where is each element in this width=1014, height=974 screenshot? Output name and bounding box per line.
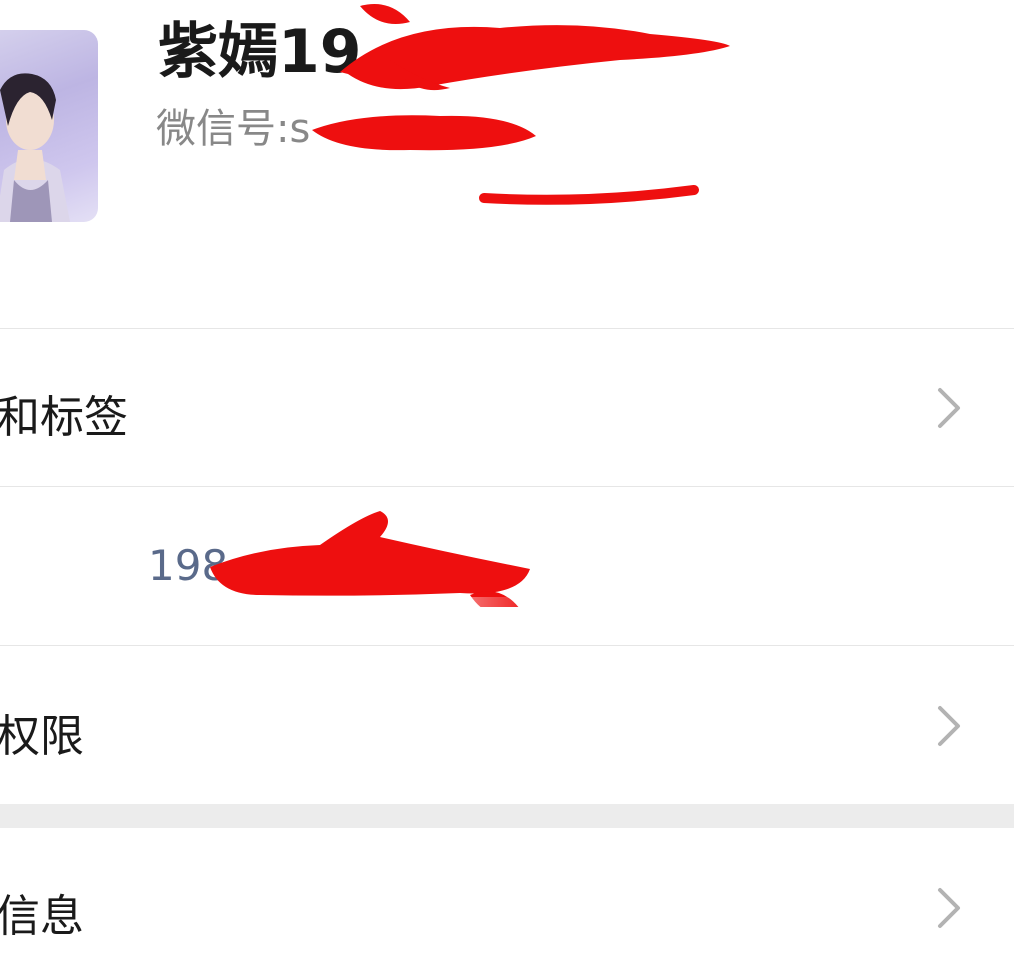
more-info-label: 信息 (0, 891, 84, 942)
remarks-and-tags-label: 和标签 (0, 392, 128, 443)
avatar[interactable] (0, 30, 98, 222)
underline-redaction-mark (479, 185, 699, 205)
contact-name-text: 紫嫣19 (158, 17, 362, 87)
section-separator (0, 804, 1014, 828)
contact-name: 紫嫣19 (158, 16, 362, 88)
wechat-id-value: s (289, 106, 311, 152)
contact-profile-page: 紫嫣19 微信号:s 和标签 198 权限 信息 (0, 0, 1014, 974)
remarks-and-tags-row[interactable]: 和标签 (0, 329, 1014, 486)
profile-header: 紫嫣19 微信号:s (0, 0, 1014, 328)
phone-row[interactable]: 198 (0, 487, 1014, 697)
permissions-label: 权限 (0, 711, 84, 762)
phone-number[interactable]: 198 (148, 541, 228, 590)
avatar-photo (0, 73, 70, 222)
chevron-right-icon (938, 706, 960, 746)
wechat-id-redaction-mark (312, 115, 536, 151)
name-redaction-mark (340, 4, 730, 91)
chevron-right-icon (938, 388, 960, 428)
wechat-id-label: 微信号: (156, 106, 290, 152)
chevron-right-icon (938, 888, 960, 928)
permissions-row[interactable]: 权限 (0, 646, 1014, 804)
phone-redaction-mark (210, 511, 530, 607)
more-info-row[interactable]: 信息 (0, 828, 1014, 974)
wechat-id-row: 微信号:s (156, 104, 310, 154)
